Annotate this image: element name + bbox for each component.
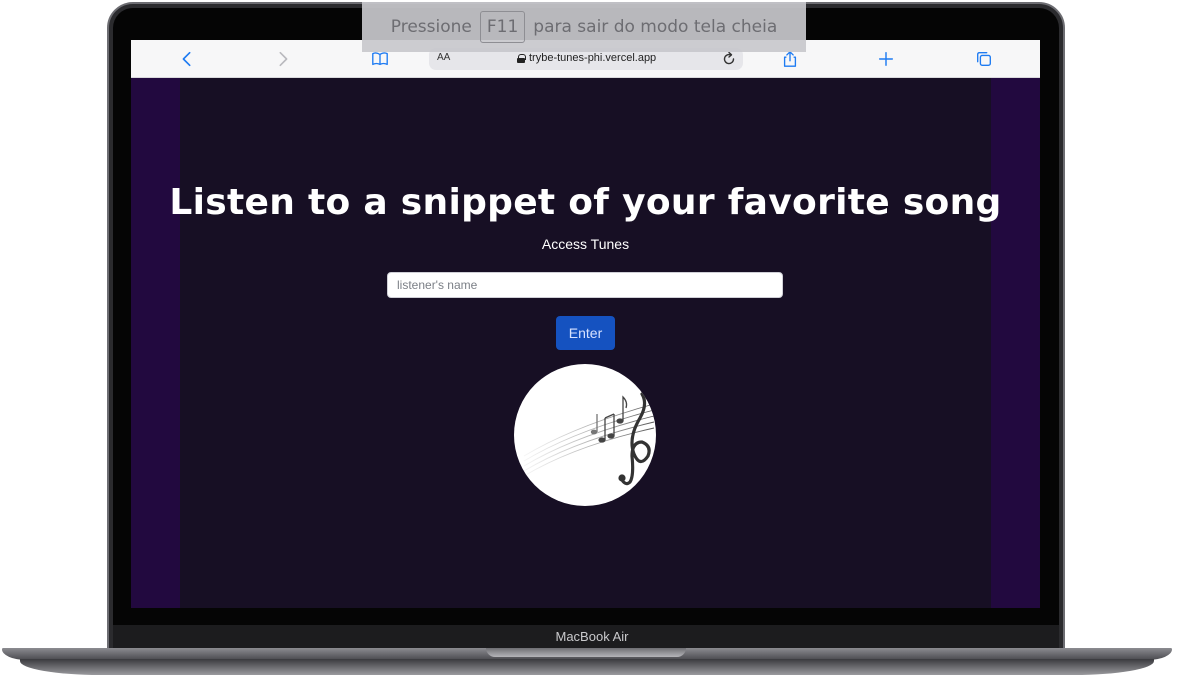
laptop-mockup: AA trybe-tunes-phi.vercel.app Listen to …: [0, 0, 1184, 676]
chevron-left-icon[interactable]: [177, 49, 197, 69]
f11-key-badge: F11: [479, 11, 526, 43]
fullscreen-hint-prefix: Pressione: [390, 17, 472, 37]
url-text: trybe-tunes-phi.vercel.app: [529, 52, 657, 64]
fullscreen-hint-overlay: Pressione F11 para sair do modo tela che…: [362, 2, 806, 52]
reload-icon[interactable]: [721, 51, 737, 67]
laptop-hinge-notch: [486, 648, 686, 657]
device-label: MacBook Air: [555, 629, 629, 644]
page-side-panel-left: [131, 78, 180, 608]
laptop-base-edge: [20, 659, 1154, 675]
plus-icon[interactable]: [876, 49, 896, 69]
listener-name-input[interactable]: [387, 272, 783, 298]
music-notes-logo: [514, 364, 656, 506]
url-display: trybe-tunes-phi.vercel.app: [517, 52, 656, 64]
page-side-panel-right: [991, 78, 1040, 608]
tabs-icon[interactable]: [974, 49, 994, 69]
browser-screen: AA trybe-tunes-phi.vercel.app Listen to …: [131, 40, 1040, 608]
page-headline: Listen to a snippet of your favorite son…: [169, 182, 1002, 223]
chevron-right-icon[interactable]: [273, 49, 293, 69]
page-subtitle: Access Tunes: [541, 236, 630, 252]
enter-button[interactable]: Enter: [556, 316, 615, 350]
music-staff-icon: [523, 392, 655, 486]
lock-icon: [517, 53, 526, 63]
book-icon[interactable]: [370, 49, 390, 69]
reader-aa-button[interactable]: AA: [437, 52, 450, 63]
share-icon[interactable]: [780, 49, 800, 69]
fullscreen-hint-suffix: para sair do modo tela cheia: [533, 17, 778, 37]
